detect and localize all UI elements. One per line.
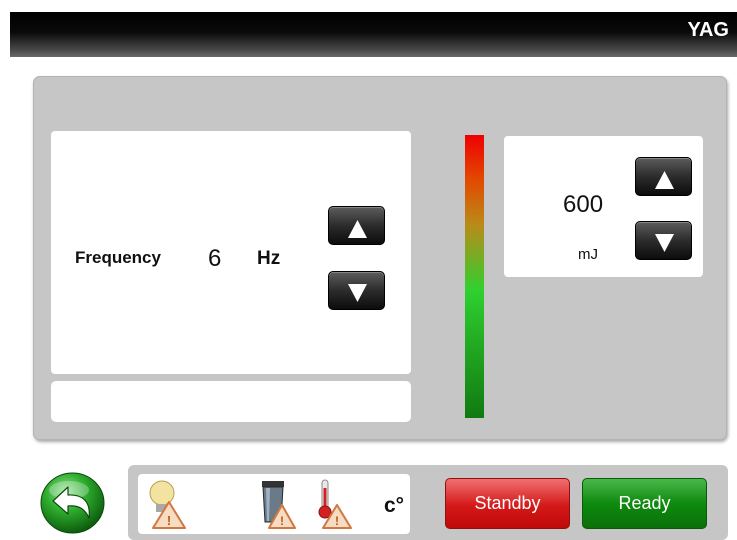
lamp-warning-icon: ! [149, 480, 186, 529]
energy-down-button[interactable] [635, 221, 692, 260]
temperature-unit: c° [384, 494, 405, 517]
back-arrow-icon [40, 472, 105, 534]
arrow-down-icon [655, 234, 674, 252]
energy-up-button[interactable] [635, 157, 692, 196]
arrow-down-icon [348, 284, 367, 302]
frequency-unit: Hz [257, 248, 281, 269]
back-button[interactable] [39, 470, 106, 534]
frequency-label: Frequency [75, 248, 161, 267]
message-box [51, 381, 411, 422]
energy-unit: mJ [578, 246, 598, 263]
water-tank-warning-icon: ! [262, 481, 296, 529]
energy-value: 600 [563, 191, 604, 218]
frequency-value: 6 [208, 245, 222, 272]
frequency-down-button[interactable] [328, 271, 385, 310]
standby-button[interactable]: Standby [445, 478, 570, 529]
mode-title: YAG [687, 19, 729, 41]
thermometer-warning-icon: ! [318, 479, 352, 529]
svg-text:!: ! [280, 514, 284, 528]
svg-text:!: ! [335, 514, 339, 528]
arrow-up-icon [348, 220, 367, 238]
arrow-up-icon [655, 171, 674, 189]
power-level-bar [465, 135, 484, 418]
top-bar: YAG [10, 12, 737, 57]
svg-text:!: ! [167, 513, 171, 528]
frequency-up-button[interactable] [328, 206, 385, 245]
ready-button[interactable]: Ready [582, 478, 707, 529]
